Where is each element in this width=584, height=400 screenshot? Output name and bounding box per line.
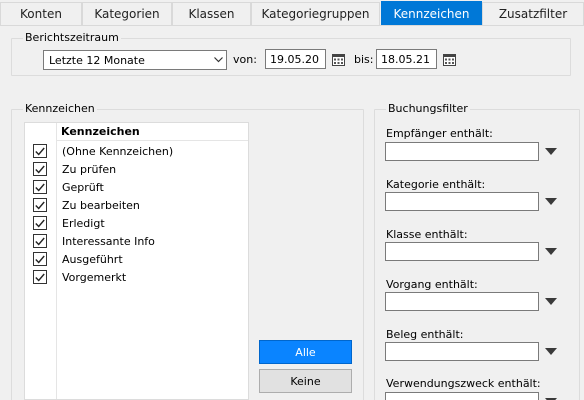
triangle-down-icon[interactable] <box>541 392 561 400</box>
list-item-label: Zu bearbeiten <box>62 198 140 212</box>
checkbox-checked-icon[interactable] <box>33 216 47 230</box>
list-item-label: Erledigt <box>62 216 105 230</box>
payee-filter-input[interactable] <box>385 142 539 161</box>
transaction-filter-input[interactable] <box>385 292 539 311</box>
period-range-dropdown[interactable]: Letzte 12 Monate <box>43 50 227 70</box>
list-item[interactable]: Erledigt <box>25 214 248 232</box>
list-item-label: Ausgeführt <box>62 252 123 266</box>
category-filter-input[interactable] <box>385 192 539 211</box>
triangle-down-icon[interactable] <box>541 292 561 311</box>
tab-kennzeichen[interactable]: Kennzeichen <box>381 1 482 25</box>
list-item[interactable]: Vorgemerkt <box>25 268 248 286</box>
checkbox-checked-icon[interactable] <box>33 180 47 194</box>
list-item[interactable]: Ausgeführt <box>25 250 248 268</box>
tab-kategoriegruppen[interactable]: Kategoriegruppen <box>251 2 380 25</box>
list-item-label: Interessante Info <box>62 234 155 248</box>
triangle-down-icon[interactable] <box>541 242 561 261</box>
list-item-label: Geprüft <box>62 180 104 194</box>
class-filter-input[interactable] <box>385 242 539 261</box>
checkbox-checked-icon[interactable] <box>33 162 47 176</box>
tab-zusatzfilter[interactable]: Zusatzfilter <box>482 2 584 25</box>
receipt-filter-input[interactable] <box>385 342 539 361</box>
list-item-label: Zu prüfen <box>62 162 117 176</box>
tab-konten[interactable]: Konten <box>0 2 82 25</box>
chevron-down-icon <box>210 51 226 69</box>
list-item[interactable]: Zu prüfen <box>25 160 248 178</box>
transaction-filter-label: Vorgang enthält: <box>386 278 478 291</box>
tab-bar: Konten Kategorien Klassen Kategoriegrupp… <box>0 0 584 25</box>
flags-list[interactable]: Kennzeichen (Ohne Kennzeichen) Zu prüfen… <box>24 122 249 400</box>
list-item[interactable]: (Ohne Kennzeichen) <box>25 142 248 160</box>
select-none-button[interactable]: Keine <box>259 369 352 393</box>
purpose-filter-input[interactable] <box>385 392 539 400</box>
checkbox-checked-icon[interactable] <box>33 198 47 212</box>
list-item[interactable]: Zu bearbeiten <box>25 196 248 214</box>
checkbox-checked-icon[interactable] <box>33 144 47 158</box>
from-calendar-icon[interactable] <box>330 50 346 68</box>
checkbox-checked-icon[interactable] <box>33 270 47 284</box>
flags-column-header[interactable]: Kennzeichen <box>57 123 248 141</box>
purpose-filter-label: Verwendungszweck enthält: <box>386 377 541 390</box>
to-calendar-icon[interactable] <box>441 50 457 68</box>
to-date-field[interactable]: 18.05.21 <box>376 49 437 69</box>
from-label: von: <box>233 53 257 66</box>
period-range-value: Letzte 12 Monate <box>49 53 145 67</box>
select-all-button[interactable]: Alle <box>259 340 352 364</box>
checkbox-checked-icon[interactable] <box>33 234 47 248</box>
list-item-label: Vorgemerkt <box>62 270 127 284</box>
flags-legend: Kennzeichen <box>23 102 97 115</box>
triangle-down-icon[interactable] <box>541 192 561 211</box>
class-filter-label: Klasse enthält: <box>386 228 468 241</box>
tab-panel-border <box>0 25 584 26</box>
checkbox-checked-icon[interactable] <box>33 252 47 266</box>
tab-kategorien[interactable]: Kategorien <box>82 2 172 25</box>
triangle-down-icon[interactable] <box>541 342 561 361</box>
list-item[interactable]: Interessante Info <box>25 232 248 250</box>
list-item-label: (Ohne Kennzeichen) <box>62 144 174 158</box>
tab-klassen[interactable]: Klassen <box>172 2 251 25</box>
payee-filter-label: Empfänger enthält: <box>386 127 493 140</box>
receipt-filter-label: Beleg enthält: <box>386 328 464 341</box>
list-item[interactable]: Geprüft <box>25 178 248 196</box>
category-filter-label: Kategorie enthält: <box>386 178 486 191</box>
triangle-down-icon[interactable] <box>541 142 561 161</box>
booking-filter-legend: Buchungsfilter <box>386 102 470 115</box>
from-date-field[interactable]: 19.05.20 <box>265 49 326 69</box>
report-period-legend: Berichtszeitraum <box>23 31 121 44</box>
to-label: bis: <box>354 53 374 66</box>
